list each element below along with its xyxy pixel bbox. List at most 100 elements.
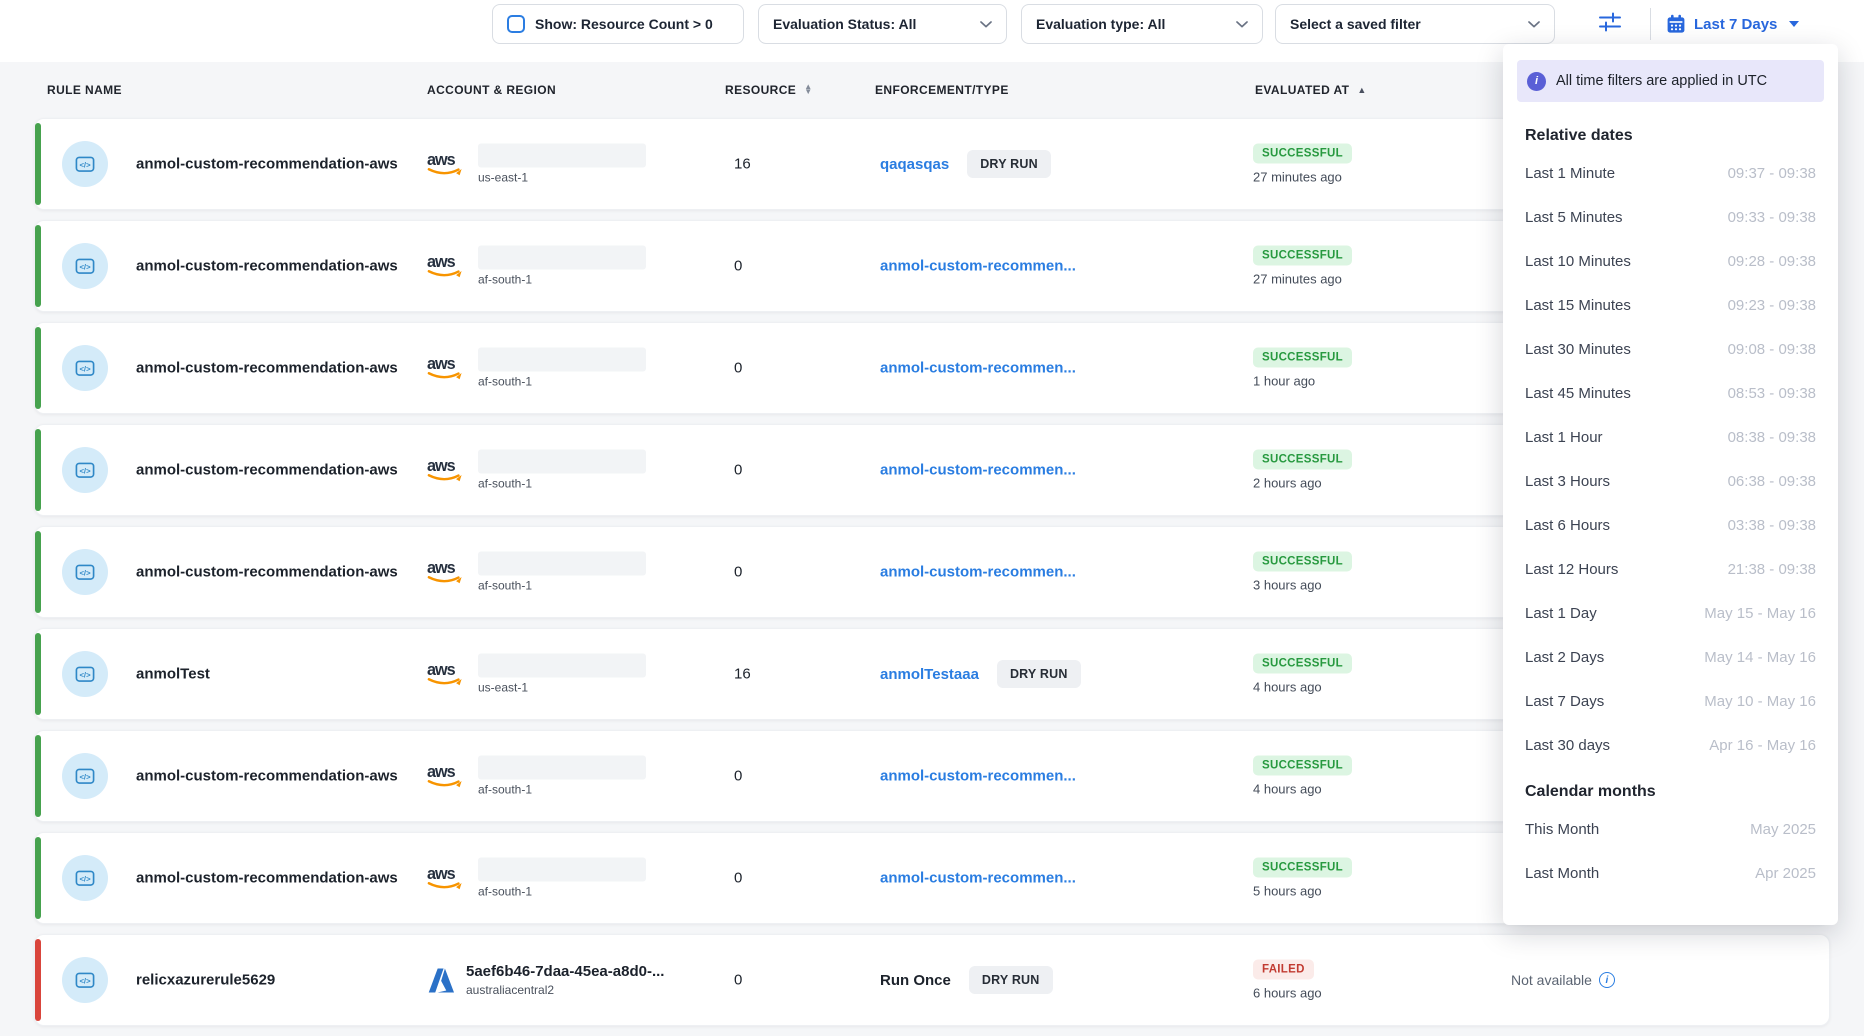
aws-logo-icon: [426, 151, 468, 178]
evaluated-time: 6 hours ago: [1253, 986, 1322, 1001]
evaluation-type-label: Evaluation type: All: [1036, 16, 1165, 32]
evaluation-status-dropdown[interactable]: Evaluation Status: All: [758, 4, 1007, 44]
date-range-panel: i All time filters are applied in UTC Re…: [1503, 44, 1838, 925]
aws-logo-icon: [426, 559, 468, 586]
header-resource-sort[interactable]: RESOURCE ▲▼: [725, 83, 813, 97]
aws-logo-icon: [426, 865, 468, 892]
chevron-down-icon: [1236, 21, 1248, 28]
enforcement-link[interactable]: anmol-custom-recommen...: [880, 564, 1076, 581]
account-id: 5aef6b46-7daa-45ea-a8d0-...: [466, 963, 664, 980]
sliders-icon: [1597, 9, 1623, 40]
status-badge: SUCCESSFUL: [1253, 348, 1352, 368]
date-option-last-12-hours[interactable]: Last 12 Hours 21:38 - 09:38: [1517, 547, 1824, 591]
date-range-dropdown[interactable]: Last 7 Days: [1666, 4, 1799, 44]
evaluated-at-cell: SUCCESSFUL 4 hours ago: [1253, 654, 1352, 695]
date-option-last-month[interactable]: Last Month Apr 2025: [1517, 851, 1824, 895]
status-badge: SUCCESSFUL: [1253, 144, 1352, 164]
rule-icon: [62, 447, 108, 493]
date-option-last-6-hours[interactable]: Last 6 Hours 03:38 - 09:38: [1517, 503, 1824, 547]
evaluated-at-cell: SUCCESSFUL 5 hours ago: [1253, 858, 1352, 899]
saved-filter-dropdown[interactable]: Select a saved filter: [1275, 4, 1555, 44]
date-option-last-10-minutes[interactable]: Last 10 Minutes 09:28 - 09:38: [1517, 239, 1824, 283]
header-evaluated-at-sort[interactable]: EVALUATED AT ▲: [1255, 83, 1367, 97]
evaluated-time: 27 minutes ago: [1253, 170, 1342, 185]
enforcement-cell: anmol-custom-recommen...: [880, 462, 1076, 479]
enforcement-link[interactable]: anmol-custom-recommen...: [880, 360, 1076, 377]
date-option-last-30-days[interactable]: Last 30 days Apr 16 - May 16: [1517, 723, 1824, 767]
status-badge: SUCCESSFUL: [1253, 246, 1352, 266]
calendar-months-heading: Calendar months: [1525, 783, 1816, 801]
info-bubble-icon: i: [1527, 72, 1546, 91]
account-region-cell: af-south-1: [426, 450, 646, 491]
status-stripe: [35, 939, 41, 1021]
region-label: af-south-1: [478, 885, 646, 899]
evaluated-at-cell: FAILED 6 hours ago: [1253, 960, 1322, 1001]
rule-icon: [62, 345, 108, 391]
date-option-last-1-day[interactable]: Last 1 Day May 15 - May 16: [1517, 591, 1824, 635]
date-option-last-1-minute[interactable]: Last 1 Minute 09:37 - 09:38: [1517, 151, 1824, 195]
enforcement-cell: anmol-custom-recommen...: [880, 564, 1076, 581]
show-resource-count-label: Show: Resource Count > 0: [535, 16, 713, 32]
relative-dates-heading: Relative dates: [1525, 127, 1816, 145]
filter-settings-button[interactable]: [1588, 7, 1632, 41]
date-option-this-month[interactable]: This Month May 2025: [1517, 807, 1824, 851]
aws-logo-icon: [426, 355, 468, 382]
region-label: af-south-1: [478, 375, 646, 389]
info-icon[interactable]: i: [1599, 972, 1615, 988]
status-badge: SUCCESSFUL: [1253, 450, 1352, 470]
enforcement-cell: anmolTestaaa DRY RUN: [880, 660, 1081, 688]
evaluation-type-dropdown[interactable]: Evaluation type: All: [1021, 4, 1263, 44]
header-rule-name: RULE NAME: [47, 83, 122, 97]
enforcement-cell: Run Once DRY RUN: [880, 966, 1053, 994]
enforcement-link[interactable]: anmol-custom-recommen...: [880, 462, 1076, 479]
aws-logo-icon: [426, 763, 468, 790]
status-stripe: [35, 327, 41, 409]
toolbar-divider: [1650, 8, 1651, 40]
date-option-last-30-minutes[interactable]: Last 30 Minutes 09:08 - 09:38: [1517, 327, 1824, 371]
status-badge: SUCCESSFUL: [1253, 858, 1352, 878]
header-account-region: ACCOUNT & REGION: [427, 83, 556, 97]
enforcement-link[interactable]: Run Once: [880, 972, 951, 989]
resource-count: 0: [734, 972, 742, 989]
enforcement-link[interactable]: anmol-custom-recommen...: [880, 870, 1076, 887]
date-option-last-45-minutes[interactable]: Last 45 Minutes 08:53 - 09:38: [1517, 371, 1824, 415]
saved-filter-label: Select a saved filter: [1290, 16, 1421, 32]
enforcement-link[interactable]: anmol-custom-recommen...: [880, 258, 1076, 275]
status-stripe: [35, 837, 41, 919]
evaluated-at-cell: SUCCESSFUL 27 minutes ago: [1253, 144, 1352, 185]
rule-name: anmol-custom-recommendation-aws: [136, 360, 398, 377]
rule-icon: [62, 141, 108, 187]
show-resource-count-filter[interactable]: Show: Resource Count > 0: [492, 4, 744, 44]
redacted-account-name: [478, 756, 646, 780]
date-option-last-7-days[interactable]: Last 7 Days May 10 - May 16: [1517, 679, 1824, 723]
region-label: af-south-1: [478, 477, 646, 491]
rule-name: relicxazurerule5629: [136, 972, 275, 989]
table-row[interactable]: relicxazurerule5629 5aef6b46-7daa-45ea-a…: [34, 934, 1830, 1026]
chevron-down-icon: [1528, 21, 1540, 28]
resource-count: 0: [734, 462, 742, 479]
date-option-last-2-days[interactable]: Last 2 Days May 14 - May 16: [1517, 635, 1824, 679]
evaluated-time: 4 hours ago: [1253, 680, 1322, 695]
redacted-account-name: [478, 348, 646, 372]
resource-count: 0: [734, 870, 742, 887]
resource-count: 16: [734, 666, 751, 683]
date-option-last-15-minutes[interactable]: Last 15 Minutes 09:23 - 09:38: [1517, 283, 1824, 327]
enforcement-link[interactable]: anmol-custom-recommen...: [880, 768, 1076, 785]
resource-count: 0: [734, 564, 742, 581]
date-option-last-3-hours[interactable]: Last 3 Hours 06:38 - 09:38: [1517, 459, 1824, 503]
date-option-last-1-hour[interactable]: Last 1 Hour 08:38 - 09:38: [1517, 415, 1824, 459]
status-badge: SUCCESSFUL: [1253, 654, 1352, 674]
resource-count-checkbox[interactable]: [507, 15, 525, 33]
redacted-account-name: [478, 144, 646, 168]
not-available-cell: Not available i: [1511, 972, 1615, 988]
date-option-last-5-minutes[interactable]: Last 5 Minutes 09:33 - 09:38: [1517, 195, 1824, 239]
status-stripe: [35, 633, 41, 715]
sort-ascending-icon: ▲: [1357, 85, 1366, 95]
dry-run-badge: DRY RUN: [967, 150, 1051, 178]
enforcement-cell: anmol-custom-recommen...: [880, 768, 1076, 785]
enforcement-link[interactable]: anmolTestaaa: [880, 666, 979, 683]
evaluated-at-cell: SUCCESSFUL 2 hours ago: [1253, 450, 1352, 491]
evaluated-time: 3 hours ago: [1253, 578, 1322, 593]
enforcement-link[interactable]: qaqasqas: [880, 156, 949, 173]
rule-name: anmol-custom-recommendation-aws: [136, 156, 398, 173]
